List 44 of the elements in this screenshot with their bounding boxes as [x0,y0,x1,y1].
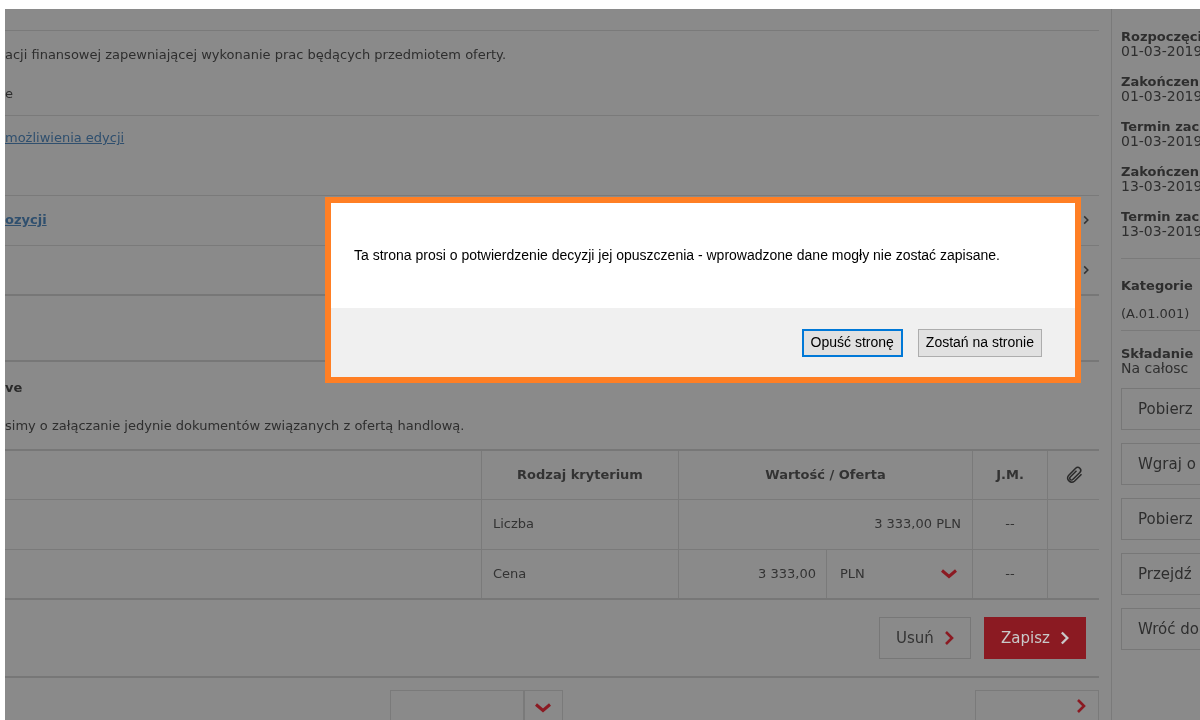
section-heading: ve [5,379,24,398]
sidebar-button[interactable]: Przejdź [1121,553,1200,595]
table-cell: -- [973,549,1048,598]
sidebar-button[interactable]: Pobierz [1121,388,1200,430]
description-text: acji finansowej zapewniającej wykonanie prac będących przedmiotem oferty. [5,45,508,64]
edit-link[interactable]: możliwienia edycji [5,130,125,146]
next-button[interactable] [975,690,1099,720]
date-label: Zakończen [1121,164,1200,179]
category-label: Kategorie [1121,277,1194,295]
chevron-right-icon [1083,215,1089,226]
stay-on-page-button[interactable]: Zostań na stronie [917,328,1042,357]
sidebar-button[interactable]: Pobierz [1121,498,1200,540]
chevron-down-icon [941,568,957,579]
chevron-right-icon [1059,630,1069,645]
date-label: Termin zac [1121,209,1200,224]
delete-button[interactable]: Usuń [879,616,971,659]
chevron-right-icon [1083,264,1089,275]
description-text: e [5,85,14,104]
dialog-message: Ta strona prosi o potwierdzenie decyzji jej opuszczenia - wprowadzone dane mogły nie zostać zapisane. [354,246,1000,265]
column-header: Wartość / Oferta [679,450,973,499]
submission-value: Na całosc [1121,361,1190,376]
table-cell: 3 333,00 PLN [679,499,973,549]
currency-select[interactable]: PLN [827,549,973,598]
sidebar-button[interactable]: Wróć do [1121,608,1200,650]
chevron-right-icon [1076,699,1086,713]
date-label: Termin zac [1121,119,1200,134]
column-header: J.M. [973,450,1048,499]
chevron-down-icon [535,703,552,713]
page-select-toggle[interactable] [523,690,564,720]
chevron-right-icon [943,630,954,645]
column-header: Rodzaj kryterium [482,450,679,499]
submission-label: Składanie [1121,346,1195,361]
date-label: Zakończen [1121,74,1200,89]
leave-page-button[interactable]: Opuść stronę [801,328,903,357]
date-label: Rozpoczęci [1121,29,1200,44]
attachments-note: simy o załączanie jedynie dokumentów związanych z ofertą handlową. [5,416,466,435]
positions-link[interactable]: ozycji [5,210,47,230]
table-cell: Liczba [482,499,679,549]
sidebar-button[interactable]: Wgraj o [1121,443,1200,485]
table-cell: -- [973,499,1048,549]
category-value: (A.01.001) [1121,304,1191,323]
save-button[interactable]: Zapisz [984,616,1086,659]
table-cell: Cena [482,549,679,598]
table-cell: 3 333,00 [679,549,827,598]
